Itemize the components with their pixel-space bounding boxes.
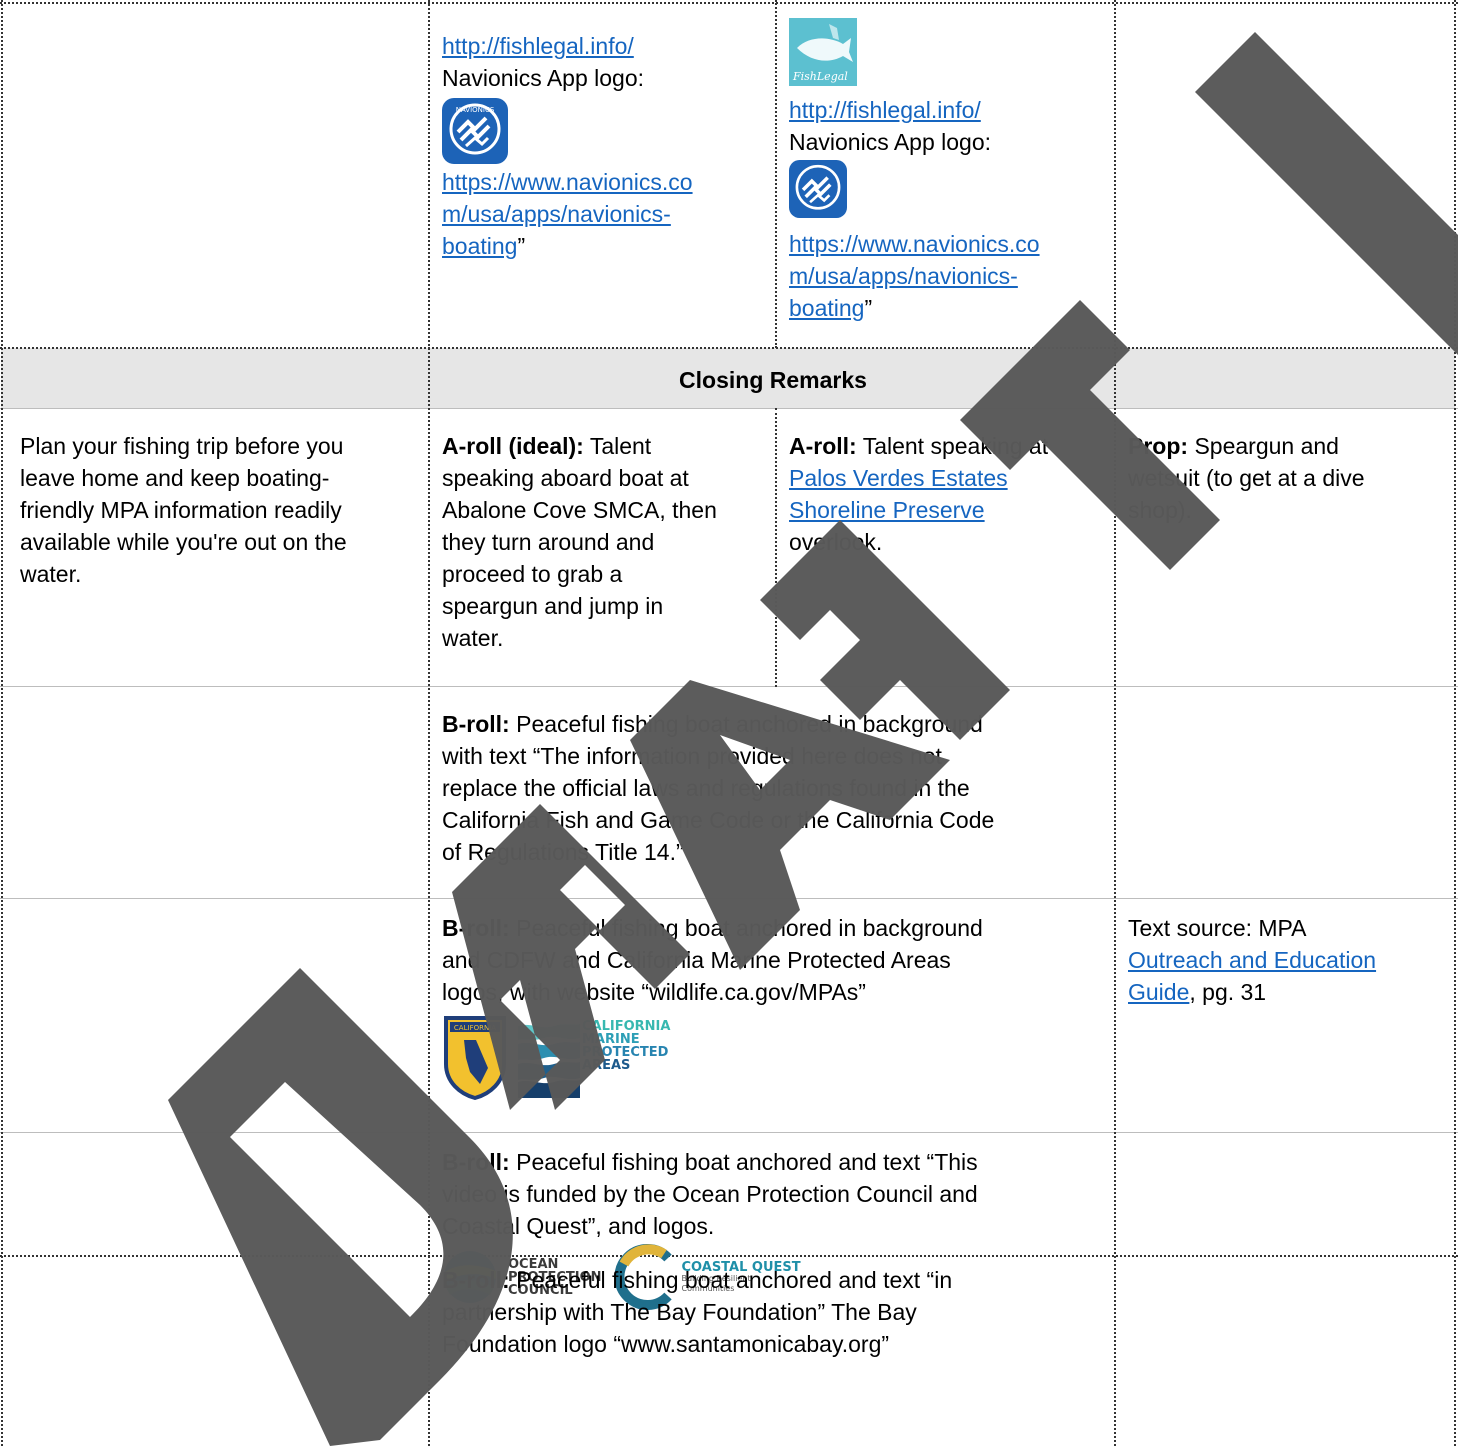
- agency-logos: CALIFORNIA CALIFORNIA MARINE PROTECTED A…: [442, 1014, 1112, 1100]
- text-line: Foundation logo “www.santamonicabay.org”: [442, 1331, 890, 1357]
- partner-row: B-roll: Peaceful fishing boat anchored a…: [442, 1264, 1112, 1360]
- aroll-label: A-roll (ideal):: [442, 433, 584, 459]
- text-line: they turn around and: [442, 529, 655, 555]
- col-divider-left: [1, 0, 3, 1446]
- text-line: replace the official laws and regulation…: [442, 775, 970, 801]
- text-line: partnership with The Bay Foundation” The…: [442, 1299, 917, 1325]
- text-line: Talent speaking at: [856, 433, 1049, 459]
- navionics-link-line1[interactable]: https://www.navionics.co: [789, 231, 1040, 257]
- fishlegal-link[interactable]: http://fishlegal.info/: [789, 97, 981, 123]
- text-line: California Fish and Game Code or the Cal…: [442, 807, 995, 833]
- prop-label: Prop:: [1128, 433, 1189, 459]
- broll-label: B-roll:: [442, 711, 510, 737]
- closing-quote: ”: [517, 233, 526, 259]
- text-line: and CDFW and California Marine Protected…: [442, 947, 951, 973]
- text-line: video is funded by the Ocean Protection …: [442, 1181, 978, 1207]
- text-line: wetsuit (to get at a dive: [1128, 465, 1365, 491]
- text-line: water.: [20, 561, 82, 587]
- svg-text:NAVIONICS: NAVIONICS: [456, 106, 495, 114]
- closing-quote: ”: [864, 295, 873, 321]
- plan-row-col1: Plan your fishing trip before you leave …: [20, 430, 420, 590]
- navionics-link-line1[interactable]: https://www.navionics.co: [442, 169, 693, 195]
- col-divider: [775, 408, 777, 687]
- navionics-label: Navionics App logo:: [789, 129, 992, 155]
- text-line: Talent: [583, 433, 652, 459]
- navionics-link-line2[interactable]: m/usa/apps/navionics-: [442, 201, 671, 227]
- text-line: of Regulations Title 14.”: [442, 839, 684, 865]
- navionics-link-line3[interactable]: boating: [789, 295, 864, 321]
- svg-text:CALIFORNIA: CALIFORNIA: [454, 1024, 496, 1032]
- text-line: Plan your fishing trip before you: [20, 433, 344, 459]
- broll-label: B-roll:: [442, 1267, 510, 1293]
- row-divider: [0, 1132, 1458, 1133]
- disclaimer-row: B-roll: Peaceful fishing boat anchored i…: [442, 708, 1112, 868]
- text-line: Coastal Quest”, and logos.: [442, 1213, 715, 1239]
- text-line: Speargun and: [1188, 433, 1339, 459]
- text-line: overlook.: [789, 529, 883, 555]
- navionics-link-line3[interactable]: boating: [442, 233, 517, 259]
- shoreline-preserve-link[interactable]: Shoreline Preserve: [789, 497, 985, 523]
- section-header-title: Closing Remarks: [679, 367, 867, 393]
- table-border-top: [0, 2, 1458, 4]
- text-source-label: Text source: MPA: [1128, 915, 1307, 941]
- row-divider: [0, 686, 1458, 687]
- aroll-label: A-roll:: [789, 433, 857, 459]
- text-line: shop).: [1128, 497, 1192, 523]
- text-line: with text “The information provided here…: [442, 743, 942, 769]
- fishlegal-link[interactable]: http://fishlegal.info/: [442, 33, 634, 59]
- plan-row-col3: A-roll: Talent speaking at Palos Verdes …: [789, 430, 1111, 558]
- navionics-label: Navionics App logo:: [442, 65, 645, 91]
- col-divider: [775, 0, 777, 348]
- plan-row-col2: A-roll (ideal): Talent speaking aboard b…: [442, 430, 772, 654]
- logos-row-source: Text source: MPA Outreach and Education …: [1128, 912, 1450, 1008]
- text-line: logos, with website “wildlife.ca.gov/MPA…: [442, 979, 866, 1005]
- col-divider: [428, 0, 430, 1446]
- palos-verdes-link[interactable]: Palos Verdes Estates: [789, 465, 1008, 491]
- navionics-app-icon: [789, 160, 1111, 226]
- row-divider: [0, 898, 1458, 899]
- text-line: Peaceful fishing boat anchored in backgr…: [509, 915, 983, 941]
- text-line: speaking aboard boat at: [442, 465, 689, 491]
- text-line: speargun and jump in: [442, 593, 664, 619]
- guide-link[interactable]: Guide: [1128, 979, 1189, 1005]
- text-line: proceed to grab a: [442, 561, 623, 587]
- text-line: Peaceful fishing boat anchored in backgr…: [509, 711, 983, 737]
- outreach-guide-link[interactable]: Outreach and Education: [1128, 947, 1376, 973]
- text-line: Abalone Cove SMCA, then: [442, 497, 717, 523]
- cdfw-logo: CALIFORNIA: [444, 1016, 506, 1100]
- broll-label: B-roll:: [442, 1149, 510, 1175]
- top-row-col3: FishLegal http://fishlegal.info/ Navioni…: [789, 18, 1111, 324]
- text-line: available while you're out on the: [20, 529, 347, 555]
- text-line: water.: [442, 625, 504, 651]
- mpa-logo: CALIFORNIA MARINE PROTECTED AREAS: [518, 1016, 670, 1098]
- text-line: Peaceful fishing boat anchored and text …: [509, 1267, 953, 1293]
- row-divider: [0, 347, 1458, 349]
- logo-text-line: AREAS: [582, 1058, 631, 1073]
- text-line: Peaceful fishing boat anchored and text …: [509, 1149, 978, 1175]
- navionics-link-line2[interactable]: m/usa/apps/navionics-: [789, 263, 1018, 289]
- page-ref: , pg. 31: [1189, 979, 1267, 1005]
- broll-label: B-roll:: [442, 915, 510, 941]
- col-divider: [1114, 0, 1116, 1446]
- col-divider-right: [1454, 0, 1456, 1446]
- text-line: friendly MPA information readily: [20, 497, 342, 523]
- navionics-app-icon: NAVIONICS: [442, 98, 772, 164]
- svg-text:FishLegal: FishLegal: [792, 70, 848, 83]
- top-row-col2: http://fishlegal.info/ Navionics App log…: [442, 30, 772, 262]
- plan-row-col4: Prop: Speargun and wetsuit (to get at a …: [1128, 430, 1450, 526]
- fishlegal-logo: FishLegal: [789, 18, 1111, 94]
- row-divider: [0, 408, 1458, 409]
- logos-row: B-roll: Peaceful fishing boat anchored i…: [442, 912, 1112, 1100]
- text-line: leave home and keep boating-: [20, 465, 330, 491]
